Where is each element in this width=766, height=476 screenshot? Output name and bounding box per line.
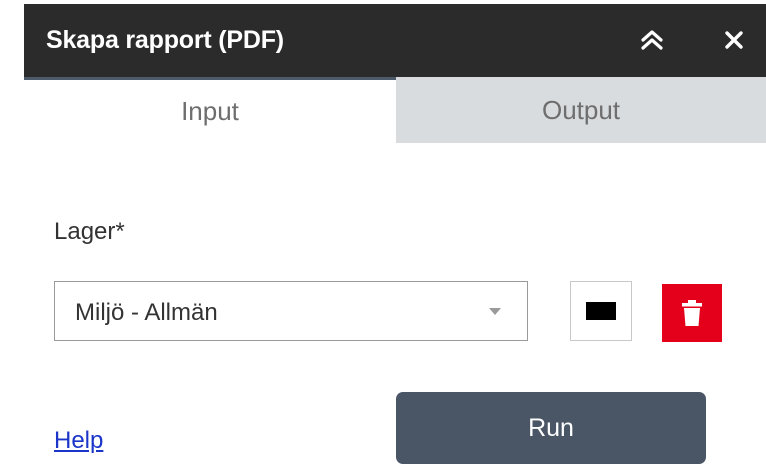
layer-select[interactable]: Miljö - Allmän: [54, 281, 528, 341]
panel-title: Skapa rapport (PDF): [46, 26, 284, 54]
tab-output[interactable]: Output: [396, 77, 766, 143]
tab-input[interactable]: Input: [24, 77, 396, 143]
report-panel: Skapa rapport (PDF) Input Output Lager* …: [24, 4, 766, 476]
chevron-down-icon: [489, 308, 501, 315]
run-button[interactable]: Run: [396, 392, 706, 464]
delete-layer-button[interactable]: [662, 284, 722, 342]
trash-icon: [682, 300, 702, 326]
close-button[interactable]: [716, 22, 752, 58]
layer-label: Lager*: [54, 218, 125, 245]
color-swatch: [586, 302, 616, 320]
tab-bar: Input Output: [24, 77, 766, 143]
panel-header: Skapa rapport (PDF): [24, 4, 766, 77]
double-chevron-up-icon: [641, 30, 663, 50]
help-link[interactable]: Help: [54, 427, 103, 455]
symbol-color-button[interactable]: [570, 281, 632, 341]
close-icon: [725, 31, 743, 49]
collapse-button[interactable]: [634, 22, 670, 58]
layer-select-value: Miljö - Allmän: [75, 299, 218, 326]
